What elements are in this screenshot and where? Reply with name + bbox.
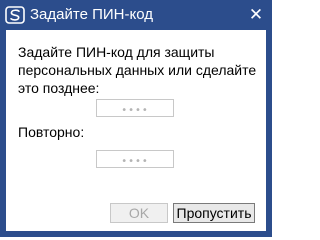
- dialog-body: Задайте ПИН-код для защиты персональных …: [6, 30, 266, 231]
- pin-repeat-input[interactable]: [97, 153, 173, 170]
- close-icon[interactable]: ✕: [246, 5, 266, 25]
- repeat-label: Повторно:: [18, 124, 85, 140]
- ok-button[interactable]: OK: [110, 203, 168, 223]
- skip-button[interactable]: Пропустить: [173, 203, 255, 223]
- pin-input[interactable]: [97, 102, 173, 119]
- window-title: Задайте ПИН-код: [30, 6, 153, 23]
- pin-field[interactable]: [96, 99, 174, 119]
- pin-repeat-field[interactable]: [96, 150, 174, 170]
- prompt-text: Задайте ПИН-код для защиты персональных …: [18, 44, 257, 96]
- title-bar[interactable]: Задайте ПИН-код ✕: [0, 0, 272, 30]
- pin-dialog: Задайте ПИН-код ✕ Задайте ПИН-код для за…: [0, 0, 272, 237]
- app-logo-icon: [5, 6, 25, 24]
